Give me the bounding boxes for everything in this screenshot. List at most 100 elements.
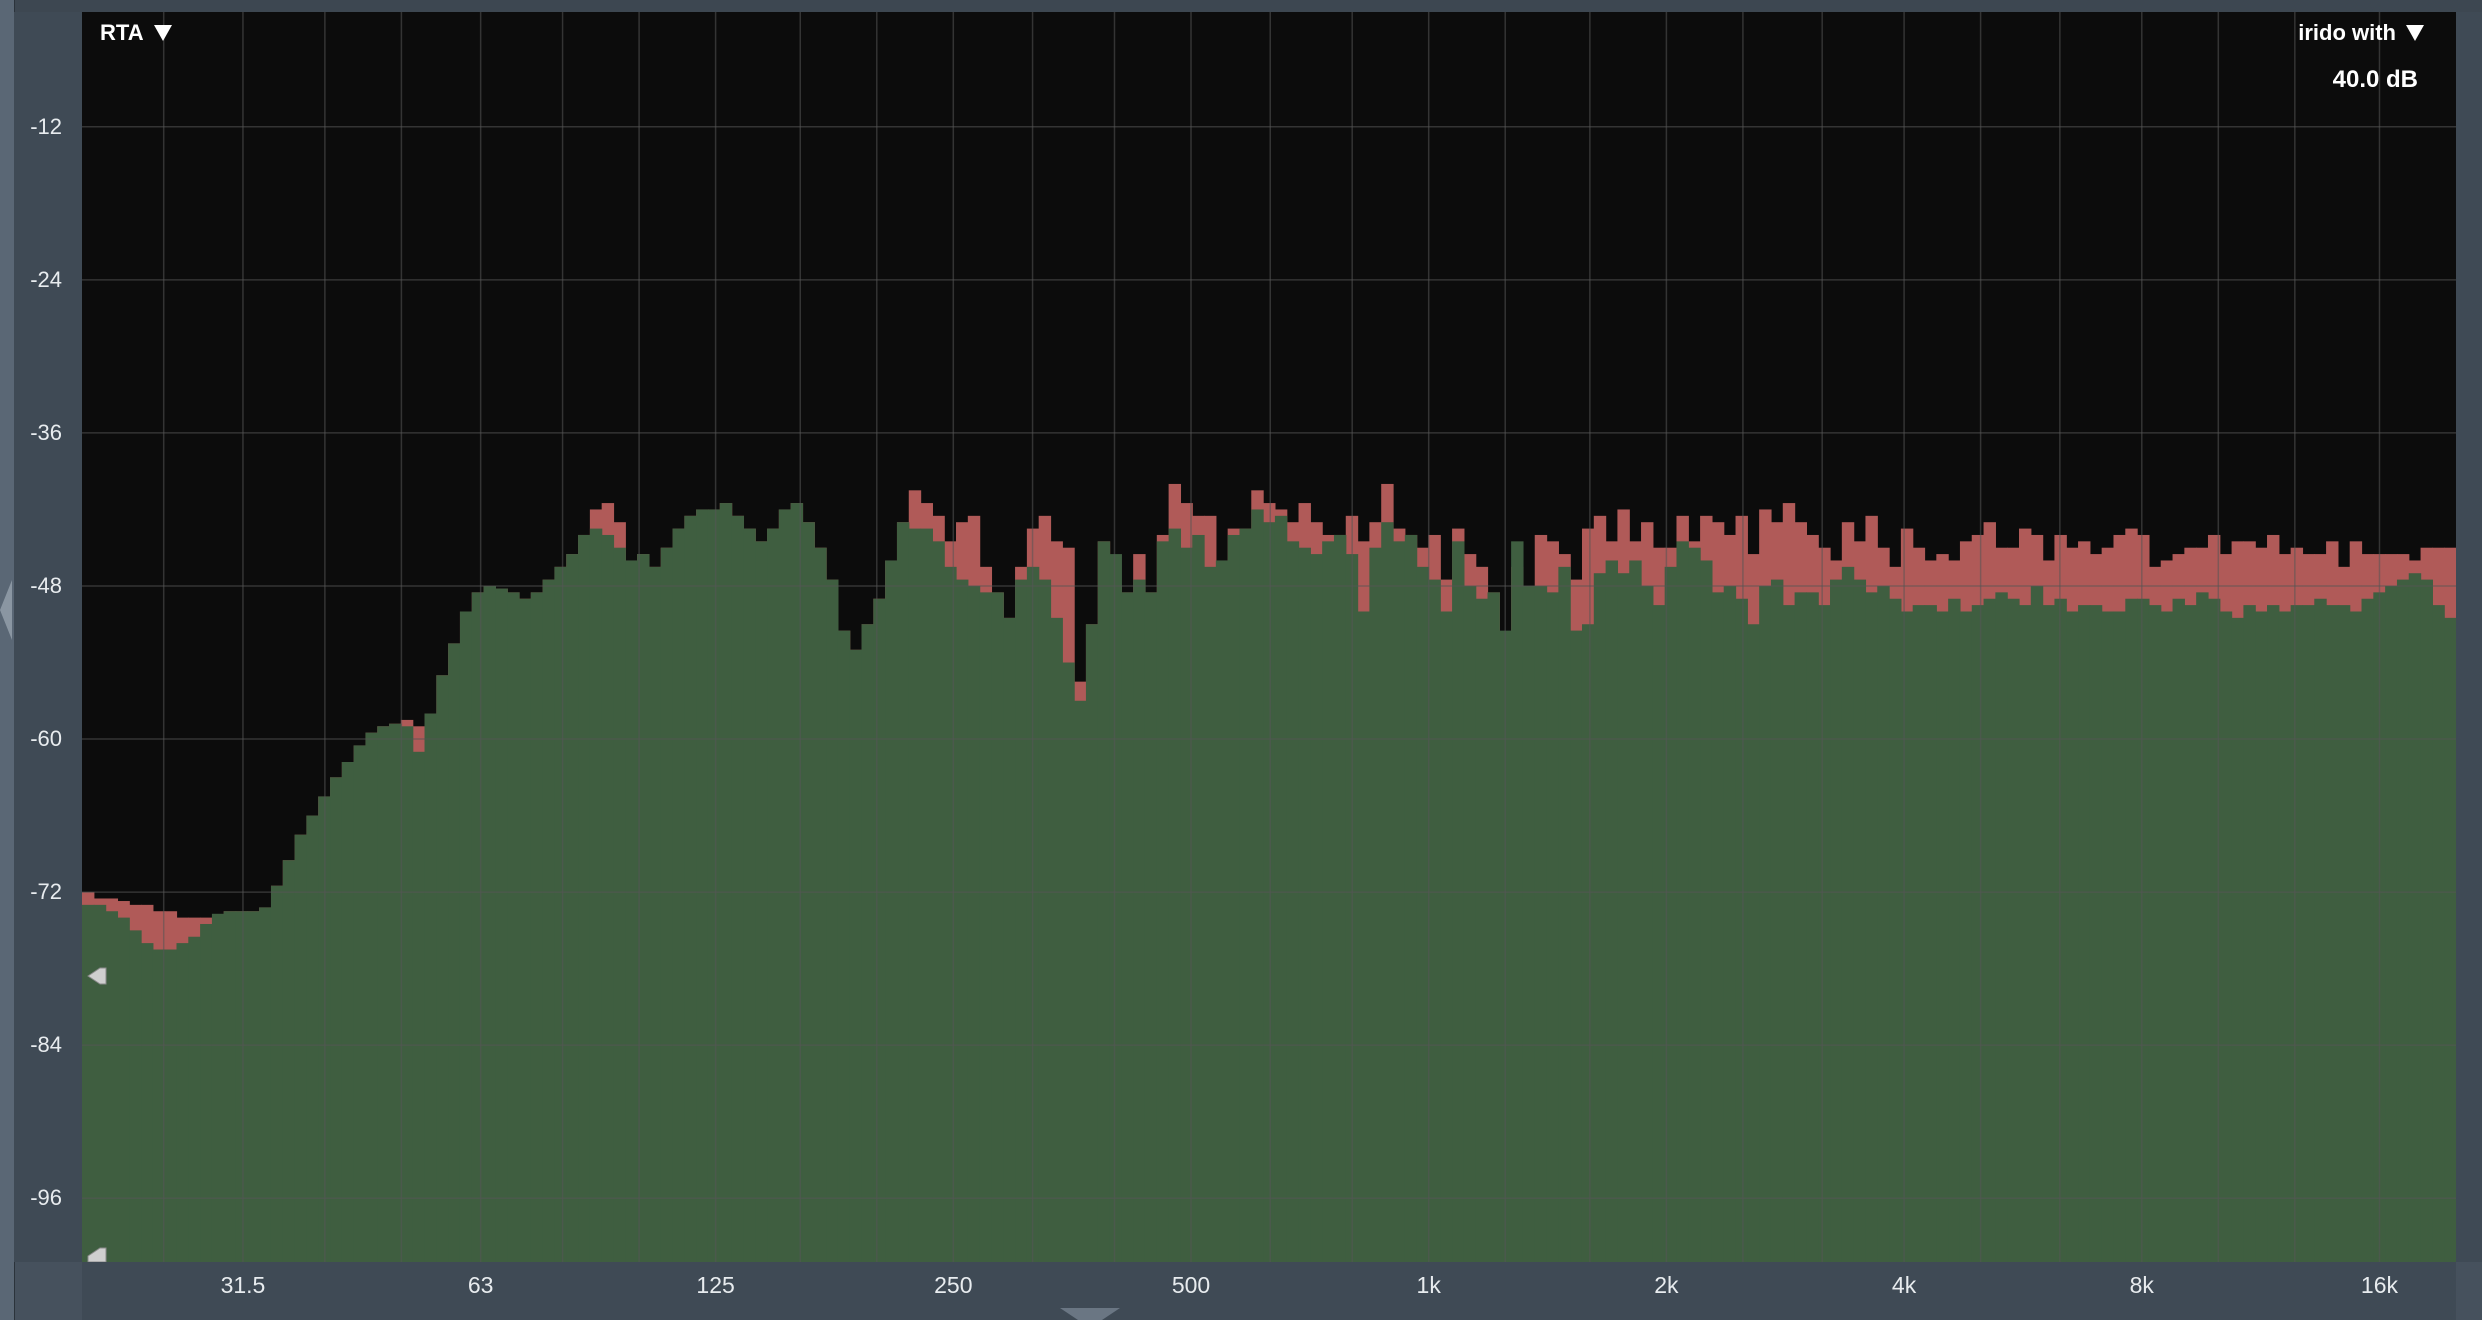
spectrum-bar [306,815,319,1262]
range-readout[interactable]: 40.0 dB [2333,66,2418,94]
spectrum-bar [1038,579,1052,1262]
spectrum-bar [814,547,827,1262]
spectrum-bar [1274,515,1288,1262]
spectrum-bar [2089,605,2103,1262]
spectrum-bar [2125,598,2138,1262]
spectrum-bar [270,885,284,1262]
spectrum-bar [1593,573,1607,1262]
left-side-panel [0,0,15,1320]
spectrum-bar [554,566,567,1262]
spectrum-bar [1239,528,1252,1262]
spectrum-bar [1688,547,1701,1262]
spectrum-bar [519,598,532,1262]
spectrum-bar [1841,566,1855,1262]
spectrum-bar [389,723,402,1262]
spectrum-bar [1015,579,1028,1262]
spectrum-bar [471,592,485,1262]
spectrum-bar [188,936,201,1262]
spectrum-bar [1534,585,1548,1262]
spectrum-bar [2148,605,2162,1262]
spectrum-bar [707,509,721,1262]
spectrum-bar [885,560,898,1262]
y-tick-label: -72 [30,879,62,905]
spectrum-bar [164,949,178,1262]
spectrum-bar [141,943,154,1262]
spectrum-bar [235,911,248,1262]
spectrum-bar [2030,585,2044,1262]
spectrum-bar [1830,579,1843,1262]
spectrum-bar [790,503,804,1262]
spectrum-bar [1062,662,1075,1262]
y-tick-label: -96 [30,1185,62,1211]
spectrum-bar [2019,605,2032,1262]
spectrum-bar [1463,585,1477,1262]
spectrum-bar [778,509,792,1262]
spectrum-bar [2420,579,2433,1262]
spectrum-bar [956,579,969,1262]
spectrum-bar [1605,560,1619,1262]
spectrum-bar [211,913,225,1262]
spectrum-bar [1936,611,1949,1262]
spectrum-bar [1948,598,1961,1262]
spectrum-bar [601,534,615,1262]
x-tick-label: 16k [2360,1272,2399,1298]
spectrum-chart-svg [82,12,2456,1262]
spectrum-bar [2349,611,2363,1262]
x-tick-label: 31.5 [220,1272,266,1298]
spectrum-bar [2314,598,2327,1262]
reference-dropdown[interactable]: irido with [2298,20,2424,46]
spectrum-bar [1050,617,1063,1262]
x-tick-label: 250 [934,1272,973,1298]
spectrum-bar [1144,592,1158,1262]
spectrum-bar [1617,573,1630,1262]
y-tick-label: -48 [30,572,62,598]
spectrum-bar [483,585,496,1262]
spectrum-bar [944,566,957,1262]
spectrum-bar [1806,592,1819,1262]
lower-level-marker-icon[interactable] [84,1244,110,1262]
spectrum-bar [1782,605,1796,1262]
x-axis [82,1262,2456,1320]
spectrum-bar [1204,566,1217,1262]
spectrum-bar [755,541,768,1262]
spectrum-bar [400,726,414,1262]
y-tick-label: -84 [30,1032,62,1058]
spectrum-bar [837,630,851,1262]
spectrum-bar [1416,566,1430,1262]
spectrum-bar [1322,541,1335,1262]
spectrum-bar [1440,611,1453,1262]
spectrum-bar [1676,541,1689,1262]
spectrum-bar [2231,617,2244,1262]
spectrum-bar [826,579,839,1262]
spectrum-bar [684,515,697,1262]
y-tick-label: -24 [30,266,62,292]
x-tick-label: 125 [696,1272,735,1298]
spectrum-bar [2408,573,2422,1262]
spectrum-bar [530,592,544,1262]
x-tick-label: 500 [1171,1272,1211,1298]
spectrum-bar [2078,605,2091,1262]
spectrum-bar [2172,598,2185,1262]
spectrum-bar [566,554,579,1262]
spectrum-bar [495,588,508,1262]
spectrum-bar [861,624,874,1262]
spectrum-bar [2184,605,2197,1262]
spectrum-bar [93,904,107,1262]
spectrum-bar [2042,605,2056,1262]
spectrum-bar [2267,605,2280,1262]
spectrum-bar [200,923,213,1262]
rta-label: RTA [100,20,144,45]
rta-mode-dropdown[interactable]: RTA [100,20,172,46]
spectrum-bar [2066,611,2079,1262]
spectrum-bar [1959,611,1973,1262]
spectrum-bar [1310,554,1323,1262]
spectrum-bar [1121,592,1134,1262]
spectrum-bar [2054,598,2067,1262]
upper-level-marker-icon[interactable] [84,963,110,989]
spectrum-bar [259,907,272,1262]
spectrum-bar [849,649,863,1262]
dropdown-arrow-icon [2406,25,2424,41]
spectrum-bar [412,751,426,1262]
spectrum-bar [1404,534,1418,1262]
spectrum-bar [1971,605,1985,1262]
